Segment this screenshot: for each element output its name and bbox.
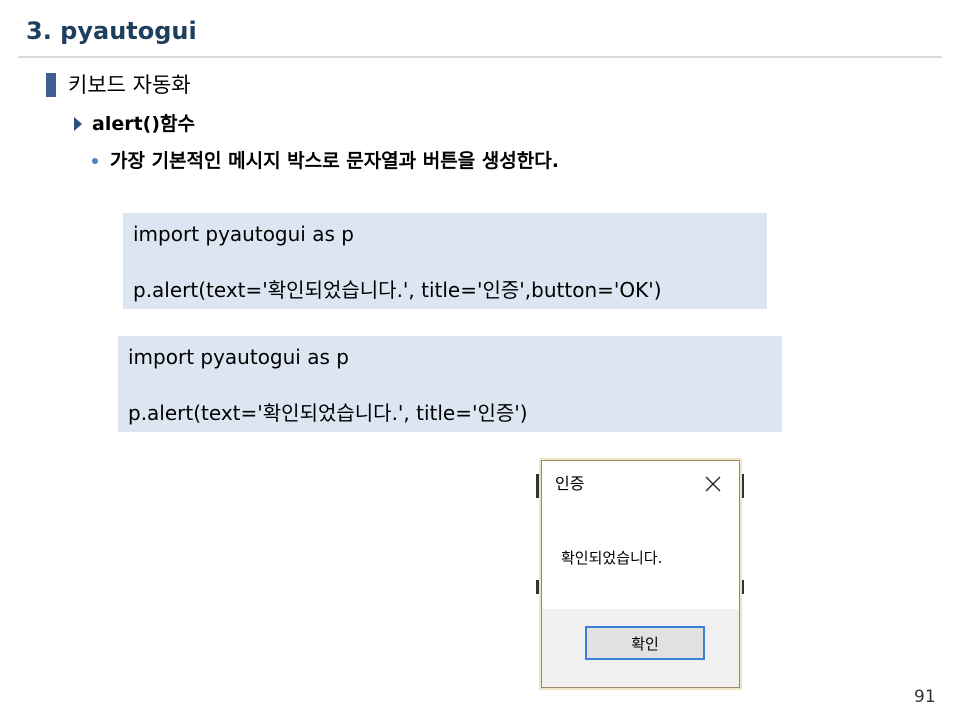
- title-divider: [18, 56, 942, 58]
- dialog-message: 확인되었습니다.: [561, 549, 663, 567]
- ok-button[interactable]: 확인: [585, 626, 705, 660]
- code-line-alert: p.alert(text='확인되었습니다.', title='인증',butt…: [133, 278, 662, 302]
- page-number: 91: [914, 687, 936, 707]
- slide-title: 3. pyautogui: [26, 17, 197, 45]
- close-icon[interactable]: [702, 473, 724, 495]
- code-block-2: import pyautogui as p p.alert(text='확인되었…: [118, 336, 782, 432]
- triangle-right-icon: [74, 117, 82, 131]
- section-heading: 키보드 자동화: [46, 70, 191, 100]
- bullet-text: 가장 기본적인 메시지 박스로 문자열과 버튼을 생성한다.: [110, 150, 559, 172]
- code-line-alert: p.alert(text='확인되었습니다.', title='인증'): [128, 401, 528, 425]
- dialog-footer: 확인: [542, 609, 739, 687]
- section-bar-icon: [46, 73, 56, 97]
- close-icon-glyph: [705, 476, 721, 492]
- subsection-heading: alert()함수: [74, 110, 195, 138]
- section-label: 키보드 자동화: [68, 73, 191, 97]
- code-line-import: import pyautogui as p: [133, 222, 354, 246]
- bullet-item: 가장 기본적인 메시지 박스로 문자열과 버튼을 생성한다.: [92, 146, 559, 176]
- code-line-import: import pyautogui as p: [128, 345, 349, 369]
- dialog-title: 인증: [555, 474, 585, 493]
- alert-dialog: 인증 확인되었습니다. 확인: [541, 460, 740, 688]
- subsection-label: alert()함수: [92, 113, 196, 135]
- bullet-icon: [92, 158, 98, 164]
- code-block-1: import pyautogui as p p.alert(text='확인되었…: [123, 213, 767, 309]
